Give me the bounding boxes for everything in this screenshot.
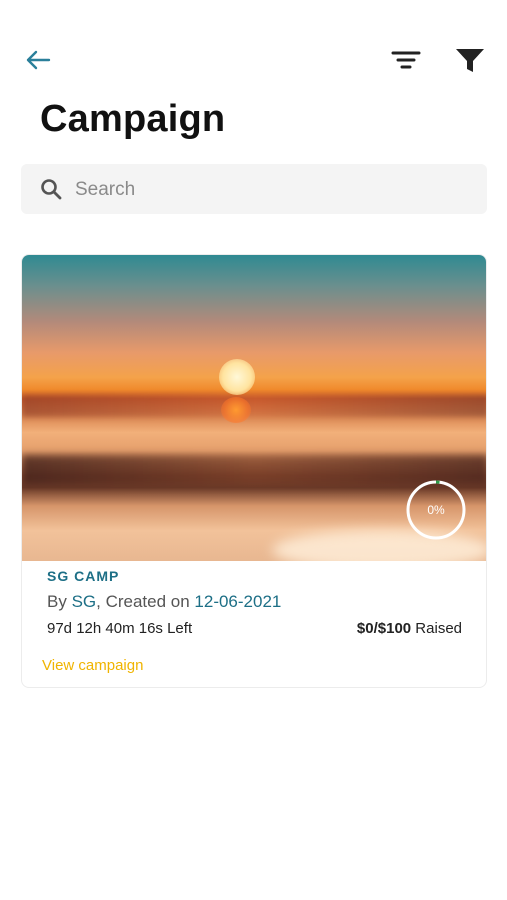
back-button[interactable] <box>22 44 54 76</box>
funnel-filter-icon <box>456 49 484 72</box>
search-bar[interactable] <box>21 164 487 216</box>
by-prefix: By <box>47 592 72 611</box>
progress-label: 0% <box>427 503 445 517</box>
sun-reflection <box>221 397 251 423</box>
search-input[interactable] <box>73 164 477 216</box>
campaign-card[interactable]: 0% SG CAMP By SG, Created on 12-06-2021 … <box>21 254 487 688</box>
filter-button[interactable] <box>454 44 486 76</box>
time-left: 97d 12h 40m 16s Left <box>47 620 193 637</box>
author-link[interactable]: SG <box>72 592 97 611</box>
sort-button[interactable] <box>390 44 422 76</box>
page-title: Campaign <box>40 98 226 140</box>
raised-suffix: Raised <box>411 620 462 637</box>
campaign-image: 0% <box>22 255 486 561</box>
raised-value: $0/$100 <box>356 620 412 637</box>
arrow-left-icon <box>26 50 51 70</box>
sort-lines-icon <box>391 51 421 69</box>
created-text: , Created on <box>96 592 195 611</box>
top-bar <box>0 40 507 80</box>
campaign-name: SG CAMP <box>47 568 120 584</box>
search-icon <box>41 179 62 200</box>
view-campaign-link[interactable]: View campaign <box>42 657 143 674</box>
raised-amount: $0/$100 Raised <box>357 620 462 637</box>
image-haze <box>22 395 486 417</box>
sun-shape <box>219 359 255 395</box>
created-date: 12-06-2021 <box>194 592 282 611</box>
campaign-meta: By SG, Created on 12-06-2021 <box>47 592 281 612</box>
